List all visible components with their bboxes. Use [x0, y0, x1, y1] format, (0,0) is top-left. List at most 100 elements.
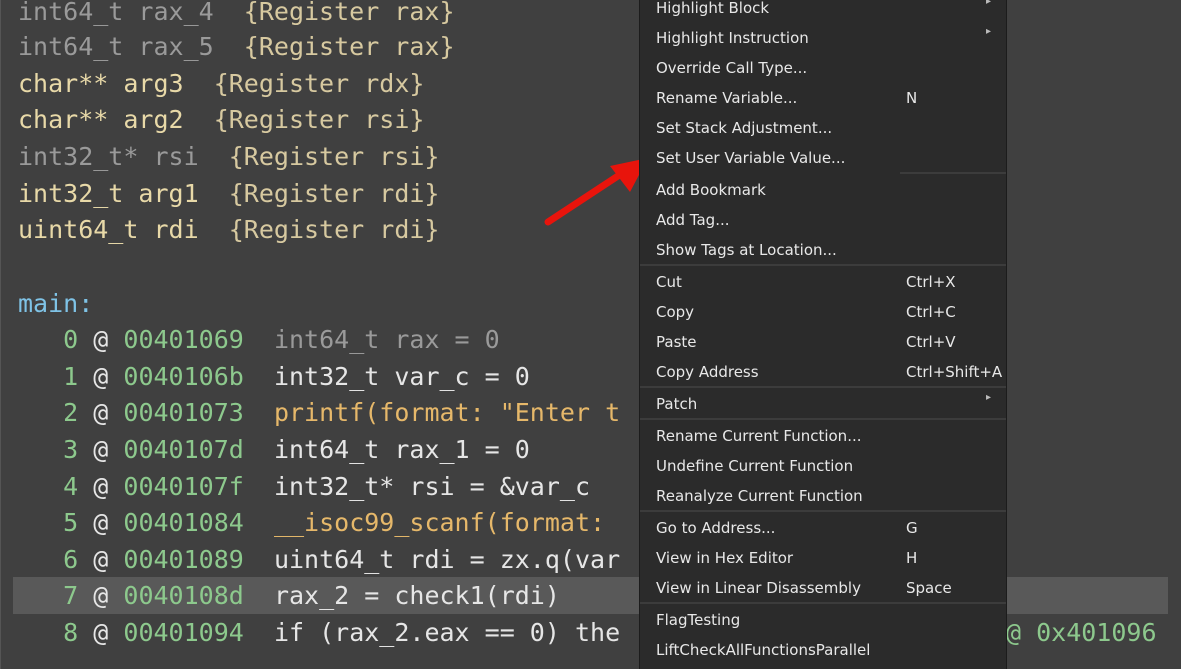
menu-item-copy-address[interactable]: Copy Address Ctrl+Shift+A [640, 357, 1006, 387]
var-decl[interactable]: uint64_t rdi {Register rdi} [18, 212, 439, 248]
line-text[interactable]: uint64_t rdi = zx.q(var [274, 545, 620, 574]
menu-separator [640, 602, 1006, 604]
code-line[interactable]: 3 @ 0040107d int64_t rax_1 = 0 [18, 432, 530, 468]
line-text[interactable]: int64_t rax_1 = 0 [274, 435, 530, 464]
menu-item-add-bookmark[interactable]: Add Bookmark [640, 175, 1006, 205]
menu-item-label: Rename Variable... [656, 89, 798, 107]
menu-item-set-user-variable-value[interactable]: Set User Variable Value... [640, 143, 1006, 173]
branch-target[interactable]: @ 0x401096 [1006, 615, 1157, 651]
context-menu[interactable]: Highlight Block ▸ Highlight Instruction ▸ … [639, 0, 1007, 669]
line-index: 6 [63, 545, 79, 574]
var-decl[interactable]: char** arg3 {Register rdx} [18, 66, 424, 102]
line-index: 3 [63, 435, 79, 464]
menu-item-override-call-type[interactable]: Override Call Type... [640, 53, 1006, 83]
menu-item-copy[interactable]: Copy Ctrl+C [640, 297, 1006, 327]
var-type: char** [18, 69, 109, 98]
menu-item-go-to-address[interactable]: Go to Address... G [640, 513, 1006, 543]
menu-item-shortcut: Ctrl+V [906, 333, 956, 351]
code-line-selected[interactable]: 7 @ 0040108d rax_2 = check1(rdi) [18, 578, 560, 614]
menu-item-paste[interactable]: Paste Ctrl+V [640, 327, 1006, 357]
var-type: int32_t* [18, 142, 139, 171]
menu-item-rename-current-function[interactable]: Rename Current Function... [640, 421, 1006, 451]
line-text[interactable]: int32_t* rsi = &var_c [274, 472, 590, 501]
function-label[interactable]: main: [18, 286, 93, 322]
menu-item-label: Copy [656, 303, 695, 321]
line-address[interactable]: 00401069 [123, 325, 243, 354]
line-index: 8 [63, 618, 79, 647]
line-text[interactable]: rax_2 = check1(rdi) [274, 581, 560, 610]
code-line[interactable]: 5 @ 00401084 __isoc99_scanf(format: [18, 505, 605, 541]
line-text[interactable]: printf(format: "Enter t [274, 398, 620, 427]
code-line[interactable]: 8 @ 00401094 if (rax_2.eax == 0) the [18, 615, 620, 651]
menu-item-show-tags[interactable]: Show Tags at Location... [640, 235, 1006, 265]
menu-item-label: Highlight Block [656, 0, 770, 17]
menu-item-reanalyze-current-function[interactable]: Reanalyze Current Function [640, 481, 1006, 511]
var-name[interactable]: rax_4 [138, 0, 213, 26]
var-name[interactable]: rsi [153, 142, 198, 171]
menu-item-rename-variable[interactable]: Rename Variable... N [640, 83, 1006, 113]
menu-item-label: View in Hex Editor [656, 549, 794, 567]
menu-item-label: Reanalyze Current Function [656, 487, 863, 505]
line-address[interactable]: 00401089 [123, 545, 243, 574]
menu-item-lift-check-all[interactable]: LiftCheckAllFunctionsParallel [640, 635, 1006, 665]
menu-item-label: FlagTesting [656, 611, 741, 629]
menu-item-set-stack-adjustment[interactable]: Set Stack Adjustment... [640, 113, 1006, 143]
code-line[interactable]: 4 @ 0040107f int32_t* rsi = &var_c [18, 469, 590, 505]
menu-item-patch[interactable]: Patch ▸ [640, 389, 1006, 419]
line-address[interactable]: 0040106b [123, 362, 243, 391]
line-text[interactable]: int64_t rax = 0 [274, 325, 500, 354]
menu-separator [900, 172, 1006, 174]
line-address[interactable]: 0040107d [123, 435, 243, 464]
var-register: {Register rax} [243, 0, 455, 26]
menu-item-highlight-instruction[interactable]: Highlight Instruction ▸ [640, 23, 1006, 53]
submenu-arrow-icon: ▸ [986, 0, 992, 7]
code-line[interactable]: 6 @ 00401089 uint64_t rdi = zx.q(var [18, 542, 620, 578]
line-index: 7 [63, 581, 79, 610]
menu-item-label: Add Bookmark [656, 181, 766, 199]
line-address[interactable]: 00401073 [123, 398, 243, 427]
var-decl[interactable]: int64_t rax_4 {Register rax} [18, 0, 455, 30]
menu-item-view-linear-disassembly[interactable]: View in Linear Disassembly Space [640, 573, 1006, 603]
var-decl[interactable]: int32_t* rsi {Register rsi} [18, 139, 439, 175]
menu-separator [640, 510, 1006, 512]
var-decl[interactable]: int64_t rax_5 {Register rax} [18, 29, 455, 65]
line-address[interactable]: 0040108d [123, 581, 243, 610]
var-decl[interactable]: char** arg2 {Register rsi} [18, 102, 424, 138]
menu-item-label: Go to Address... [656, 519, 776, 537]
line-address[interactable]: 0040107f [123, 472, 243, 501]
menu-item-flag-testing[interactable]: FlagTesting [640, 605, 1006, 635]
line-index: 4 [63, 472, 79, 501]
menu-item-shortcut: Space [906, 579, 952, 597]
var-name[interactable]: arg3 [123, 69, 183, 98]
menu-item-view-hex-editor[interactable]: View in Hex Editor H [640, 543, 1006, 573]
menu-item-label: Paste [656, 333, 697, 351]
menu-item-shortcut: N [906, 89, 918, 107]
var-name[interactable]: rax_5 [138, 32, 213, 61]
menu-item-shortcut: G [906, 519, 918, 537]
var-name[interactable]: arg1 [138, 179, 198, 208]
code-line[interactable]: 1 @ 0040106b int32_t var_c = 0 [18, 359, 530, 395]
var-register: {Register rdi} [228, 215, 440, 244]
menu-separator [640, 386, 1006, 388]
line-address[interactable]: 00401084 [123, 508, 243, 537]
code-line[interactable]: 2 @ 00401073 printf(format: "Enter t [18, 395, 620, 431]
line-text[interactable]: if (rax_2.eax == 0) the [274, 618, 620, 647]
code-line[interactable]: 0 @ 00401069 int64_t rax = 0 [18, 322, 500, 358]
var-register: {Register rsi} [228, 142, 440, 171]
menu-item-cut[interactable]: Cut Ctrl+X [640, 267, 1006, 297]
line-text[interactable]: int32_t var_c = 0 [274, 362, 530, 391]
menu-item-shortcut: Ctrl+Shift+A [906, 363, 1003, 381]
label-text[interactable]: main: [18, 289, 93, 318]
line-text[interactable]: __isoc99_scanf(format: [274, 508, 605, 537]
menu-item-label: Override Call Type... [656, 59, 808, 77]
var-name[interactable]: arg2 [123, 105, 183, 134]
menu-item-label: Copy Address [656, 363, 759, 381]
menu-item-add-tag[interactable]: Add Tag... [640, 205, 1006, 235]
var-type: int64_t [18, 32, 124, 61]
line-address[interactable]: 00401094 [123, 618, 243, 647]
var-name[interactable]: rdi [153, 215, 198, 244]
line-index: 2 [63, 398, 79, 427]
menu-item-undefine-current-function[interactable]: Undefine Current Function [640, 451, 1006, 481]
var-decl[interactable]: int32_t arg1 {Register rdi} [18, 176, 439, 212]
menu-item-highlight-block[interactable]: Highlight Block ▸ [640, 0, 1006, 23]
